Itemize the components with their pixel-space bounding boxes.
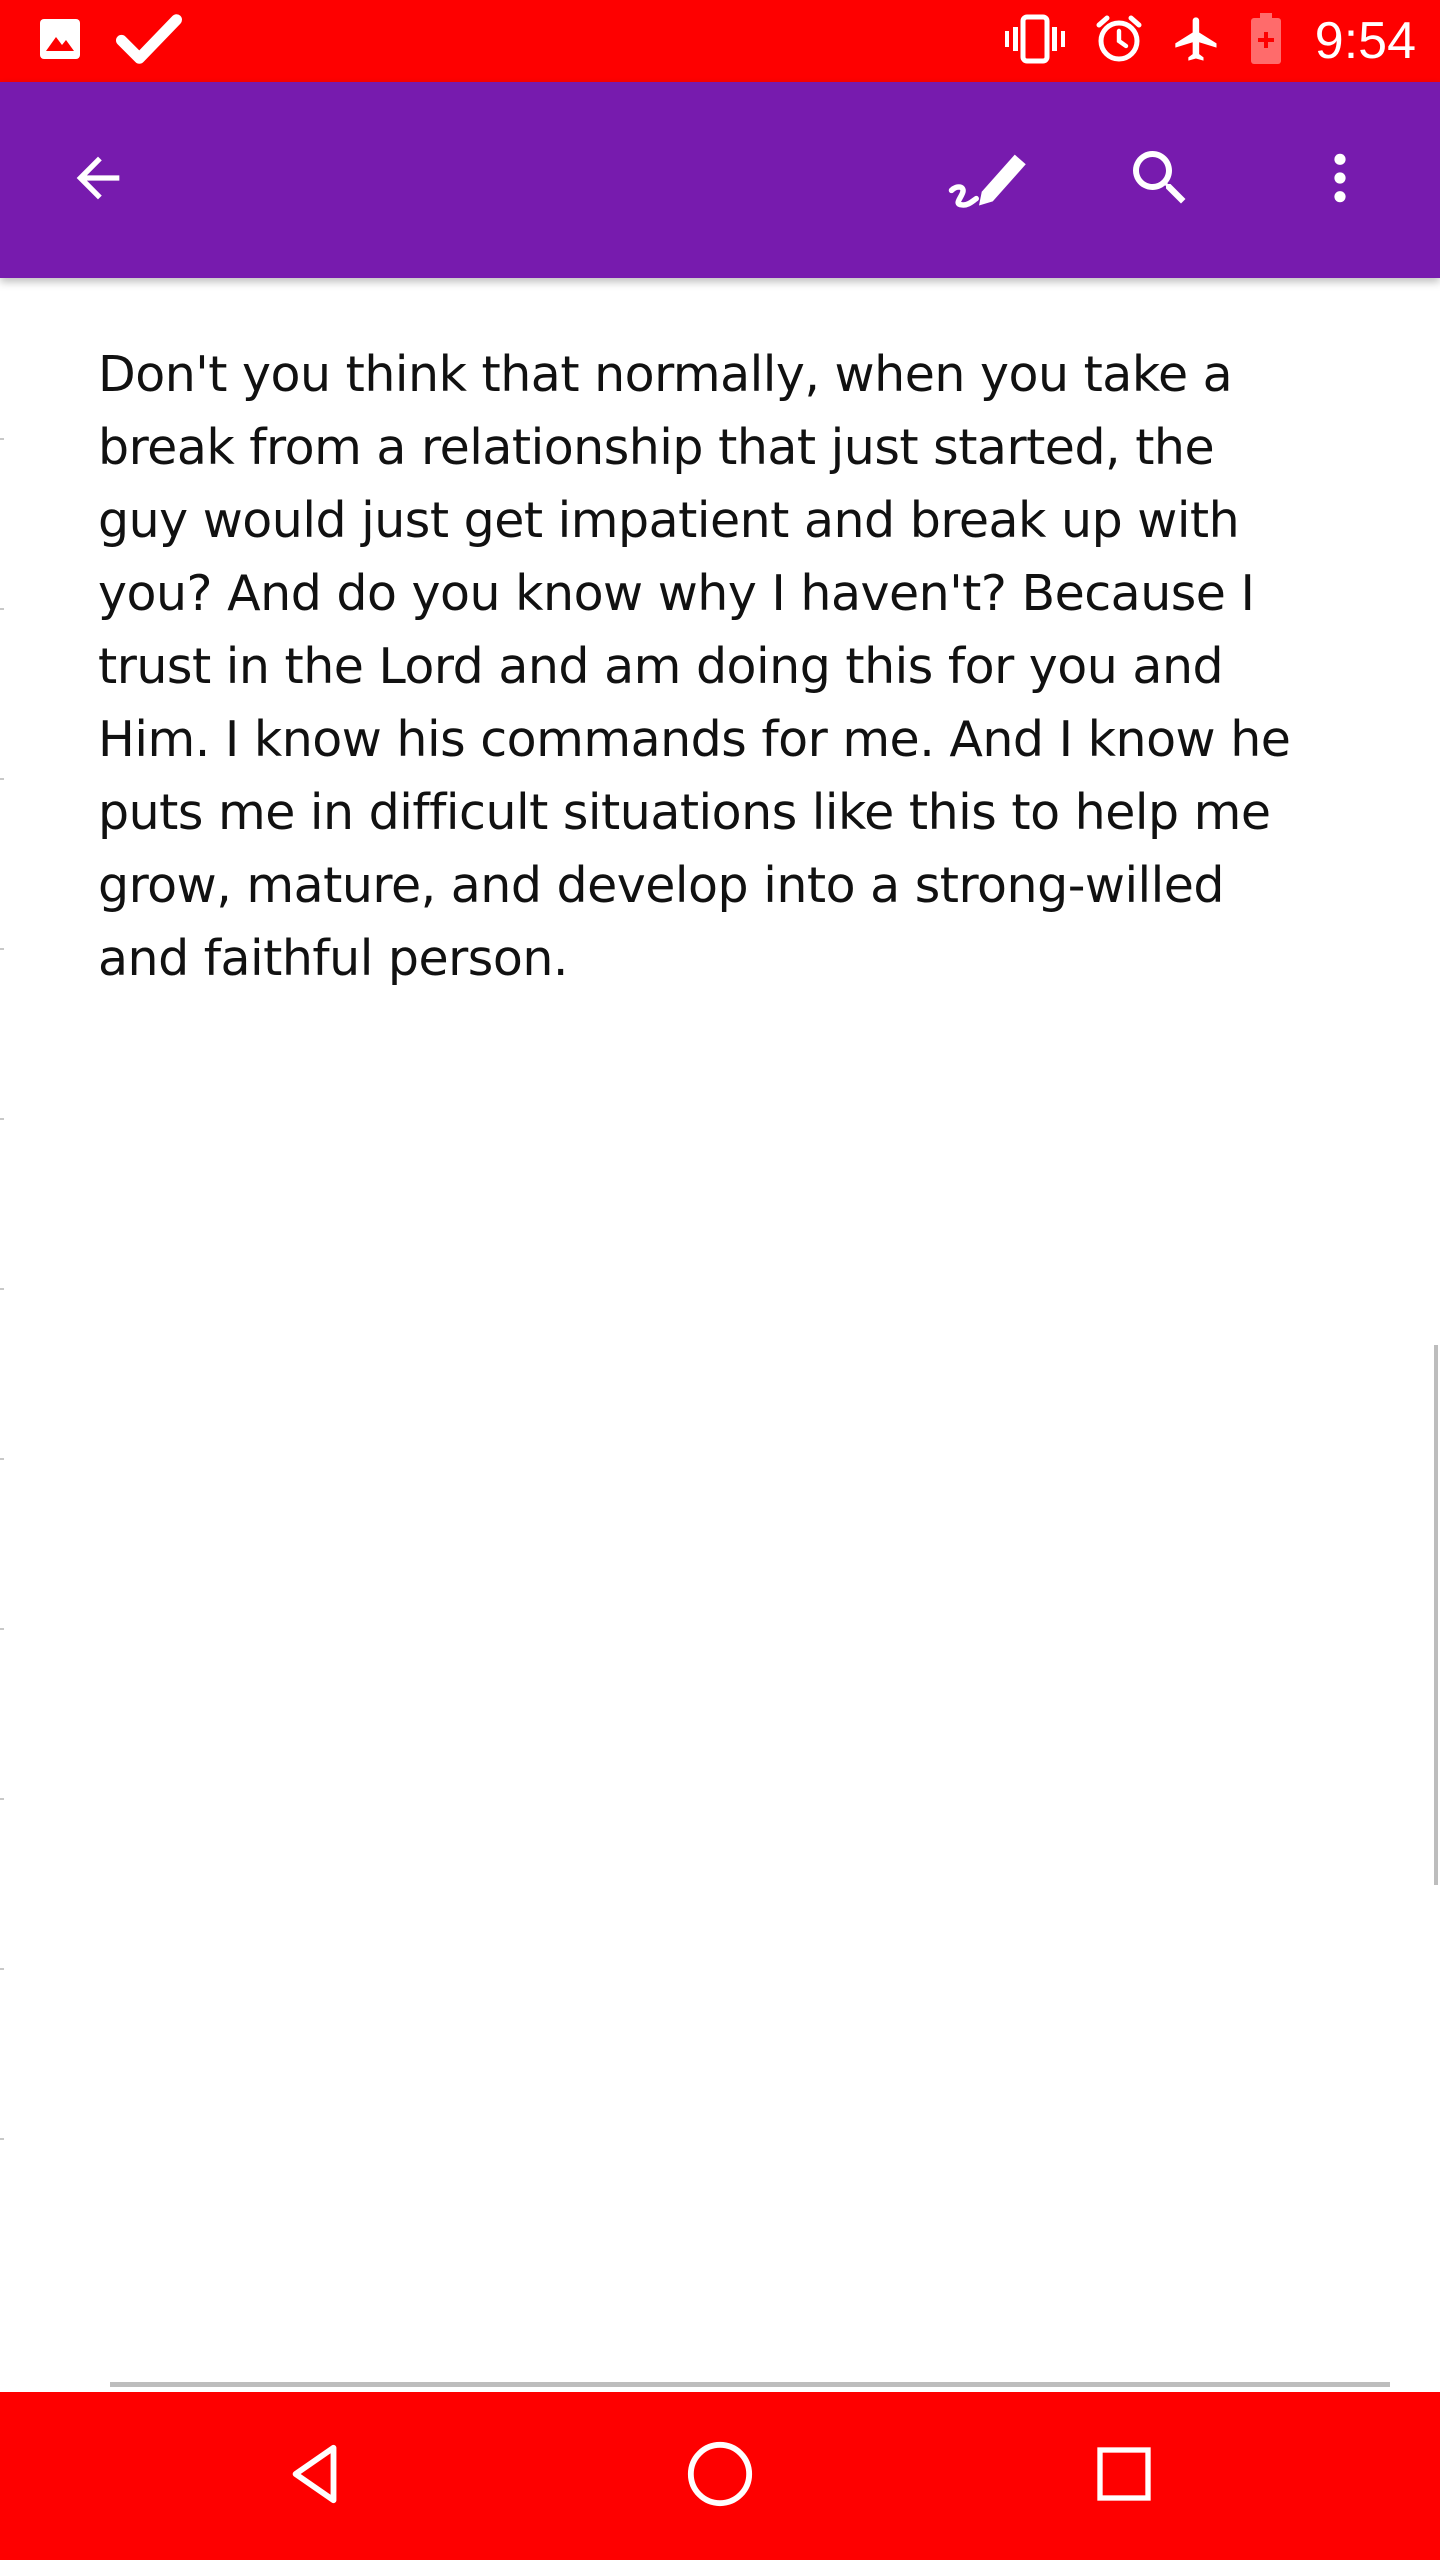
airplane-icon xyxy=(1171,13,1223,70)
nav-home-button[interactable] xyxy=(670,2426,770,2526)
vibrate-icon xyxy=(1003,13,1067,70)
note-line: trust in the Lord and am doing this for … xyxy=(98,638,1224,695)
more-options-button[interactable] xyxy=(1292,132,1388,228)
recents-square-icon xyxy=(1092,2442,1156,2511)
note-content-area[interactable]: Don't you think that normally, when you … xyxy=(0,278,1440,2392)
search-icon xyxy=(1124,142,1196,219)
search-button[interactable] xyxy=(1112,132,1208,228)
note-line: break from a relationship that just star… xyxy=(98,419,1215,476)
back-arrow-icon xyxy=(66,146,130,215)
image-icon xyxy=(36,15,84,68)
vertical-scrollbar[interactable] xyxy=(1434,1345,1438,1885)
status-right-icons: 9:54 xyxy=(1003,0,1416,82)
note-line: you? And do you know why I haven't? Beca… xyxy=(98,565,1255,622)
note-line: and faithful person. xyxy=(98,930,568,987)
status-bar: 9:54 xyxy=(0,0,1440,82)
horizontal-scrollbar[interactable] xyxy=(110,2382,1390,2387)
edit-icon xyxy=(946,144,1034,217)
navigation-bar xyxy=(0,2392,1440,2560)
note-line: guy would just get impatient and break u… xyxy=(98,492,1240,549)
alarm-icon xyxy=(1093,13,1145,70)
status-time: 9:54 xyxy=(1314,12,1416,70)
home-circle-icon xyxy=(685,2439,755,2514)
nav-recents-button[interactable] xyxy=(1074,2426,1174,2526)
status-left-icons xyxy=(36,0,182,82)
note-line: grow, mature, and develop into a strong-… xyxy=(98,857,1225,914)
battery-icon xyxy=(1249,12,1283,71)
nav-back-button[interactable] xyxy=(266,2426,366,2526)
note-text[interactable]: Don't you think that normally, when you … xyxy=(98,338,1338,995)
back-button[interactable] xyxy=(50,132,146,228)
note-line: puts me in difficult situations like thi… xyxy=(98,784,1271,841)
back-triangle-icon xyxy=(281,2439,351,2514)
check-icon xyxy=(116,11,182,72)
note-line: Him. I know his commands for me. And I k… xyxy=(98,711,1291,768)
note-line: Don't you think that normally, when you … xyxy=(98,346,1233,403)
more-vert-icon xyxy=(1308,146,1372,215)
app-bar xyxy=(0,82,1440,278)
edit-button[interactable] xyxy=(942,132,1038,228)
